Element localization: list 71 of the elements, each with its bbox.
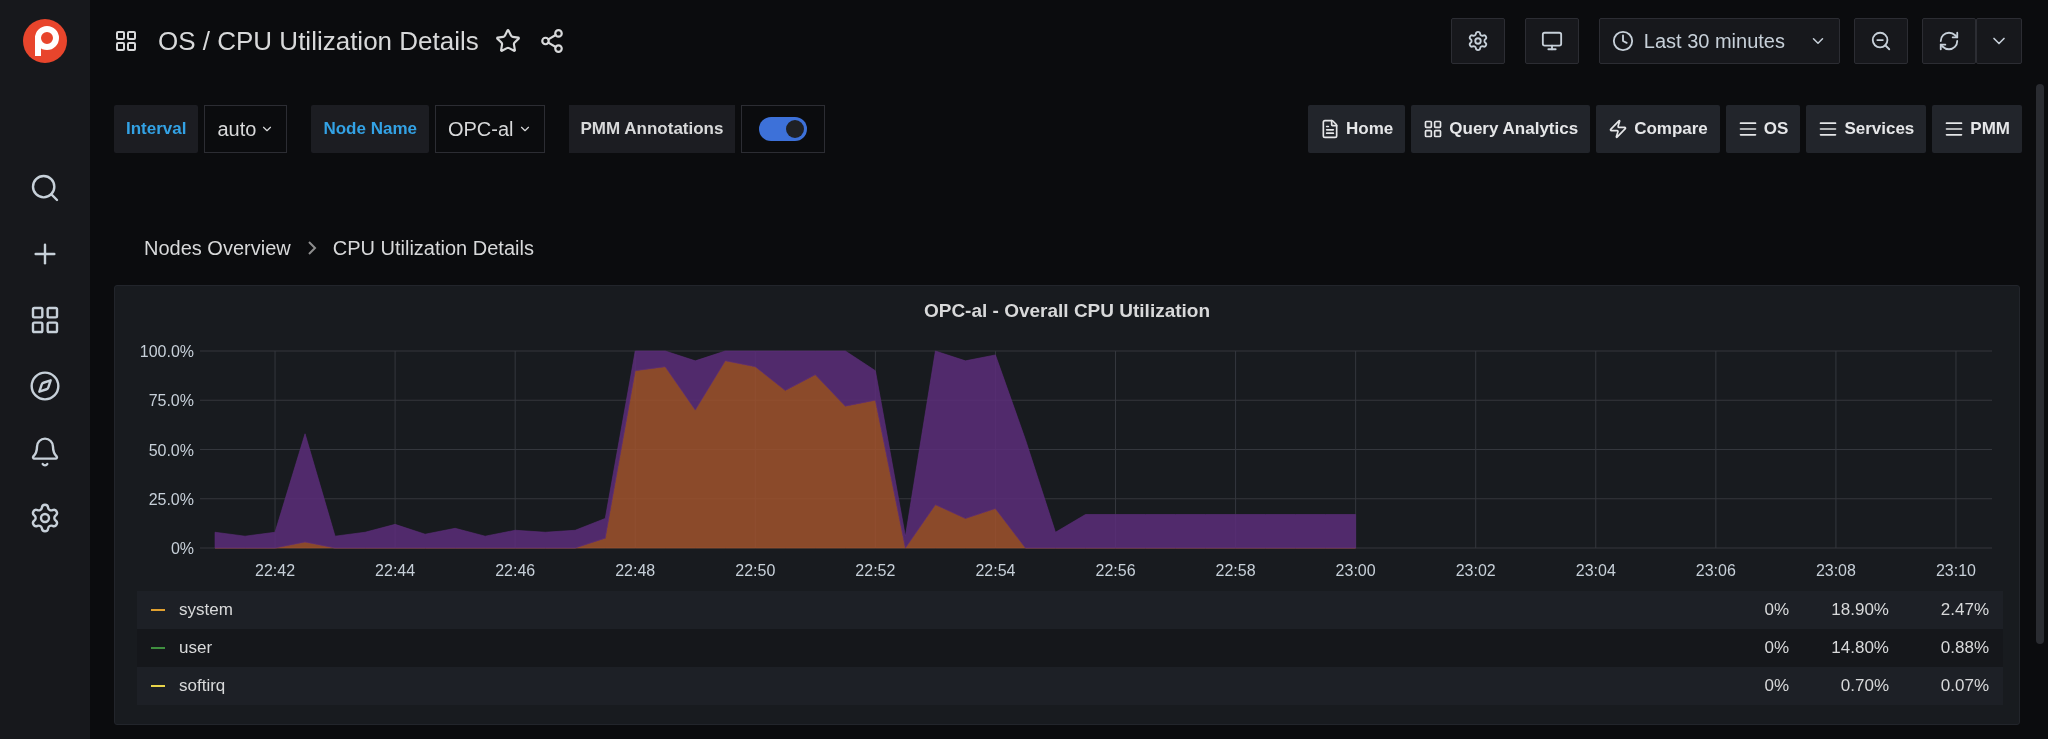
series-name: softirq xyxy=(179,676,227,696)
axis-label: 25.0% xyxy=(148,490,194,508)
variable-select[interactable]: OPC-al xyxy=(434,105,545,153)
scrollbar[interactable] xyxy=(2036,84,2044,644)
axis-label: 22:52 xyxy=(855,562,896,577)
annotation-toggle[interactable] xyxy=(759,117,808,141)
axis-label: 23:02 xyxy=(1455,562,1496,577)
legend-value: 0% xyxy=(1763,638,1789,658)
dashboard-link[interactable]: Query Analytics xyxy=(1411,105,1591,153)
legend-value: 18.90% xyxy=(1830,600,1889,620)
document-icon xyxy=(1320,119,1341,139)
breadcrumb-link[interactable]: Nodes Overview xyxy=(144,236,291,260)
refresh-icon xyxy=(1938,30,1960,52)
grid-icon xyxy=(1423,119,1444,139)
variable-label: Interval xyxy=(114,105,199,153)
refresh-button[interactable] xyxy=(1922,18,1976,64)
axis-label: 22:58 xyxy=(1215,562,1256,577)
zoom-out-button[interactable] xyxy=(1854,18,1908,64)
clock-icon xyxy=(1611,30,1634,52)
legend-value: 0.70% xyxy=(1839,676,1889,696)
panel-title[interactable]: OPC-al - Overall CPU Utilization xyxy=(923,300,1211,322)
axis-label: 22:56 xyxy=(1095,562,1136,577)
axis-label: 23:06 xyxy=(1695,562,1736,577)
series-name: system xyxy=(179,600,234,620)
dashboard-link[interactable]: OS xyxy=(1725,105,1801,153)
menu-icon xyxy=(1818,119,1839,139)
series-name: user xyxy=(179,638,214,658)
monitor-button[interactable] xyxy=(1524,18,1579,64)
chevron-icon xyxy=(306,240,317,256)
zoom-out-icon xyxy=(1870,30,1892,52)
axis-label: 75.0% xyxy=(148,392,194,410)
annotation-label: PMM Annotations xyxy=(568,105,736,153)
axis-label: 0% xyxy=(170,540,194,557)
legend-value: 14.80% xyxy=(1830,638,1889,658)
variable-select[interactable]: auto xyxy=(204,105,288,153)
menu-icon xyxy=(1944,119,1965,139)
dashboard-link[interactable]: PMM xyxy=(1932,105,2022,153)
dashboard-link[interactable]: Services xyxy=(1806,105,1927,153)
axis-label: 50.0% xyxy=(148,441,194,459)
logo-icon[interactable] xyxy=(22,18,68,64)
variable-label: Node Name xyxy=(311,105,429,153)
settings-button[interactable] xyxy=(1450,18,1505,64)
axis-label: 22:50 xyxy=(735,562,776,577)
axis-label: 22:46 xyxy=(495,562,536,577)
menu-icon xyxy=(1737,119,1758,139)
axis-label: 23:00 xyxy=(1335,562,1376,577)
axis-label: 23:10 xyxy=(1935,562,1976,577)
dashboard-link[interactable]: Compare xyxy=(1596,105,1720,153)
monitor-icon xyxy=(1540,30,1563,52)
breadcrumb-current: CPU Utilization Details xyxy=(332,236,534,260)
axis-label: 100.0% xyxy=(139,343,194,360)
legend-value: 0% xyxy=(1763,600,1789,620)
legend-row[interactable]: system 0% 18.90% 2.47% xyxy=(137,591,2003,629)
legend-value: 0.88% xyxy=(1939,638,1989,658)
legend-value: 2.47% xyxy=(1939,600,1989,620)
legend-row[interactable]: softirq 0% 0.70% 0.07% xyxy=(137,667,2003,705)
gear-icon xyxy=(1466,30,1489,52)
axis-label: 23:08 xyxy=(1815,562,1856,577)
axis-label: 22:44 xyxy=(375,562,416,577)
dashboard-link[interactable]: Home xyxy=(1308,105,1406,153)
axis-label: 22:54 xyxy=(975,562,1016,577)
grid-icon xyxy=(114,29,138,53)
axis-label: 22:42 xyxy=(255,562,296,577)
dashboard-title[interactable]: OS / CPU Utilization Details xyxy=(158,25,479,57)
legend-value: 0.07% xyxy=(1939,676,1989,696)
axis-label: 22:48 xyxy=(615,562,656,577)
time-range-picker[interactable]: Last 30 minutes xyxy=(1598,18,1840,64)
legend-row[interactable]: user 0% 14.80% 0.88% xyxy=(137,629,2003,667)
legend-value: 0% xyxy=(1763,676,1789,696)
axis-label: 23:04 xyxy=(1575,562,1616,577)
lightning-icon xyxy=(1608,119,1629,139)
